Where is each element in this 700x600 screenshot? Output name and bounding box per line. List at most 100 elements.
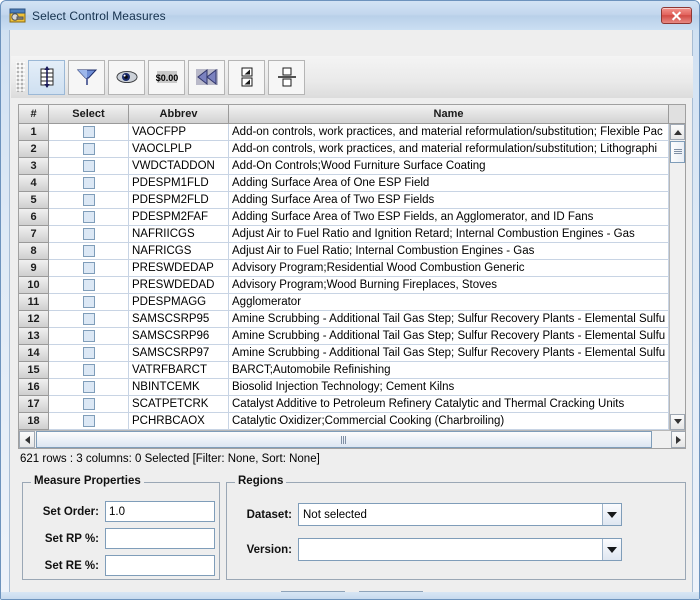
row-number-cell[interactable]: 6 — [19, 209, 49, 226]
table-row[interactable]: 9 PRESWDEDAP Advisory Program;Residential … — [19, 260, 685, 277]
row-number-cell[interactable]: 11 — [19, 294, 49, 311]
name-cell[interactable]: Biosolid Injection Technology; Cement Ki… — [229, 379, 669, 396]
row-checkbox[interactable] — [82, 143, 95, 155]
rewind-selection-button[interactable] — [188, 59, 225, 95]
table-row[interactable]: 14 SAMSCSRP97 Amine Scrubbing - Additional… — [19, 345, 685, 362]
column-header-abbrev[interactable]: Abbrev — [129, 105, 229, 124]
row-number-cell[interactable]: 13 — [19, 328, 49, 345]
row-checkbox[interactable] — [82, 347, 95, 359]
row-checkbox[interactable] — [82, 262, 95, 274]
abbrev-cell[interactable]: NAFRIICGS — [129, 226, 229, 243]
scroll-down-arrow-icon[interactable] — [670, 414, 685, 430]
table-row[interactable]: 13 SAMSCSRP96 Amine Scrubbing - Additional… — [19, 328, 685, 345]
select-cell[interactable] — [49, 226, 129, 243]
row-checkbox[interactable] — [82, 296, 95, 308]
column-header-select[interactable]: Select — [49, 105, 129, 124]
select-cell[interactable] — [49, 379, 129, 396]
row-number-cell[interactable]: 16 — [19, 379, 49, 396]
abbrev-cell[interactable]: PDESPM2FLD — [129, 192, 229, 209]
name-cell[interactable]: Adding Surface Area of Two ESP Fields, a… — [229, 209, 669, 226]
abbrev-cell[interactable]: SAMSCSRP97 — [129, 345, 229, 362]
name-cell[interactable]: Add-on controls, work practices, and mat… — [229, 124, 669, 141]
select-cell[interactable] — [49, 243, 129, 260]
table-row[interactable]: 6 PDESPM2FAF Adding Surface Area of Two ES… — [19, 209, 685, 226]
row-number-cell[interactable]: 12 — [19, 311, 49, 328]
scroll-right-arrow-icon[interactable] — [671, 431, 685, 448]
select-cell[interactable] — [49, 345, 129, 362]
row-checkbox[interactable] — [82, 330, 95, 342]
row-checkbox[interactable] — [82, 177, 95, 189]
row-number-cell[interactable]: 15 — [19, 362, 49, 379]
set-re-input[interactable] — [105, 555, 215, 576]
abbrev-cell[interactable]: PCHRBCAOX — [129, 413, 229, 430]
select-cell[interactable] — [49, 260, 129, 277]
name-cell[interactable]: Advisory Program;Wood Burning Fireplaces… — [229, 277, 669, 294]
set-order-input[interactable]: 1.0 — [105, 501, 215, 522]
abbrev-cell[interactable]: PDESPM1FLD — [129, 175, 229, 192]
table-row[interactable]: 11 PDESPMAGG Agglomerator — [19, 294, 685, 311]
column-header-name[interactable]: Name — [229, 105, 669, 124]
abbrev-cell[interactable]: VWDCTADDON — [129, 158, 229, 175]
table-row[interactable]: 15 VATRFBARCT BARCT;Automobile Refinishing — [19, 362, 685, 379]
name-cell[interactable]: Adding Surface Area of Two ESP Fields — [229, 192, 669, 209]
chevron-down-icon[interactable] — [602, 504, 621, 525]
row-number-cell[interactable]: 9 — [19, 260, 49, 277]
chevron-down-icon[interactable] — [602, 539, 621, 560]
vertical-scroll-thumb[interactable] — [670, 141, 685, 163]
row-number-cell[interactable]: 17 — [19, 396, 49, 413]
select-cell[interactable] — [49, 328, 129, 345]
abbrev-cell[interactable]: PDESPMAGG — [129, 294, 229, 311]
table-row[interactable]: 4 PDESPM1FLD Adding Surface Area of One ES… — [19, 175, 685, 192]
select-cell[interactable] — [49, 396, 129, 413]
table-row[interactable]: 2 VAOCLPLP Add-on controls, work practices… — [19, 141, 685, 158]
name-cell[interactable]: BARCT;Automobile Refinishing — [229, 362, 669, 379]
scroll-up-arrow-icon[interactable] — [670, 124, 685, 140]
table-row[interactable]: 16 NBINTCEMK Biosolid Injection Technology… — [19, 379, 685, 396]
name-cell[interactable]: Amine Scrubbing - Additional Tail Gas St… — [229, 345, 669, 362]
row-number-cell[interactable]: 1 — [19, 124, 49, 141]
table-horizontal-scrollbar[interactable] — [19, 430, 685, 448]
version-combobox[interactable] — [298, 538, 622, 561]
abbrev-cell[interactable]: PRESWDEDAP — [129, 260, 229, 277]
row-number-cell[interactable]: 14 — [19, 345, 49, 362]
name-cell[interactable]: Amine Scrubbing - Additional Tail Gas St… — [229, 311, 669, 328]
name-cell[interactable]: Advisory Program;Residential Wood Combus… — [229, 260, 669, 277]
row-number-cell[interactable]: 10 — [19, 277, 49, 294]
abbrev-cell[interactable]: VAOCFPP — [129, 124, 229, 141]
abbrev-cell[interactable]: SAMSCSRP96 — [129, 328, 229, 345]
select-cell[interactable] — [49, 362, 129, 379]
row-number-cell[interactable]: 5 — [19, 192, 49, 209]
row-checkbox[interactable] — [82, 245, 95, 257]
select-cell[interactable] — [49, 175, 129, 192]
select-all-rows-button[interactable] — [228, 59, 265, 95]
abbrev-cell[interactable]: PDESPM2FAF — [129, 209, 229, 226]
name-cell[interactable]: Add-on controls, work practices, and mat… — [229, 141, 669, 158]
select-cell[interactable] — [49, 124, 129, 141]
abbrev-cell[interactable]: SAMSCSRP95 — [129, 311, 229, 328]
table-row[interactable]: 17 SCATPETCRK Catalyst Additive to Petrole… — [19, 396, 685, 413]
table-row[interactable]: 8 NAFRICGS Adjust Air to Fuel Ratio; Inter… — [19, 243, 685, 260]
select-cell[interactable] — [49, 158, 129, 175]
row-checkbox[interactable] — [82, 398, 95, 410]
select-cell[interactable] — [49, 209, 129, 226]
select-cell[interactable] — [49, 311, 129, 328]
show-hide-columns-button[interactable] — [108, 59, 145, 95]
table-row[interactable]: 7 NAFRIICGS Adjust Air to Fuel Ratio and I… — [19, 226, 685, 243]
dataset-combobox[interactable]: Not selected — [298, 503, 622, 526]
name-cell[interactable]: Adjust Air to Fuel Ratio and Ignition Re… — [229, 226, 669, 243]
row-number-cell[interactable]: 2 — [19, 141, 49, 158]
column-header-number[interactable]: # — [19, 105, 49, 124]
abbrev-cell[interactable]: VAOCLPLP — [129, 141, 229, 158]
row-number-cell[interactable]: 4 — [19, 175, 49, 192]
abbrev-cell[interactable]: NBINTCEMK — [129, 379, 229, 396]
row-number-cell[interactable]: 18 — [19, 413, 49, 430]
set-rp-input[interactable] — [105, 528, 215, 549]
table-row[interactable]: 12 SAMSCSRP95 Amine Scrubbing - Additional… — [19, 311, 685, 328]
table-vertical-scrollbar[interactable] — [669, 124, 685, 430]
row-checkbox[interactable] — [82, 415, 95, 427]
filter-rows-button[interactable] — [68, 59, 105, 95]
name-cell[interactable]: Agglomerator — [229, 294, 669, 311]
row-checkbox[interactable] — [82, 160, 95, 172]
row-number-cell[interactable]: 7 — [19, 226, 49, 243]
scroll-left-arrow-icon[interactable] — [19, 431, 35, 448]
